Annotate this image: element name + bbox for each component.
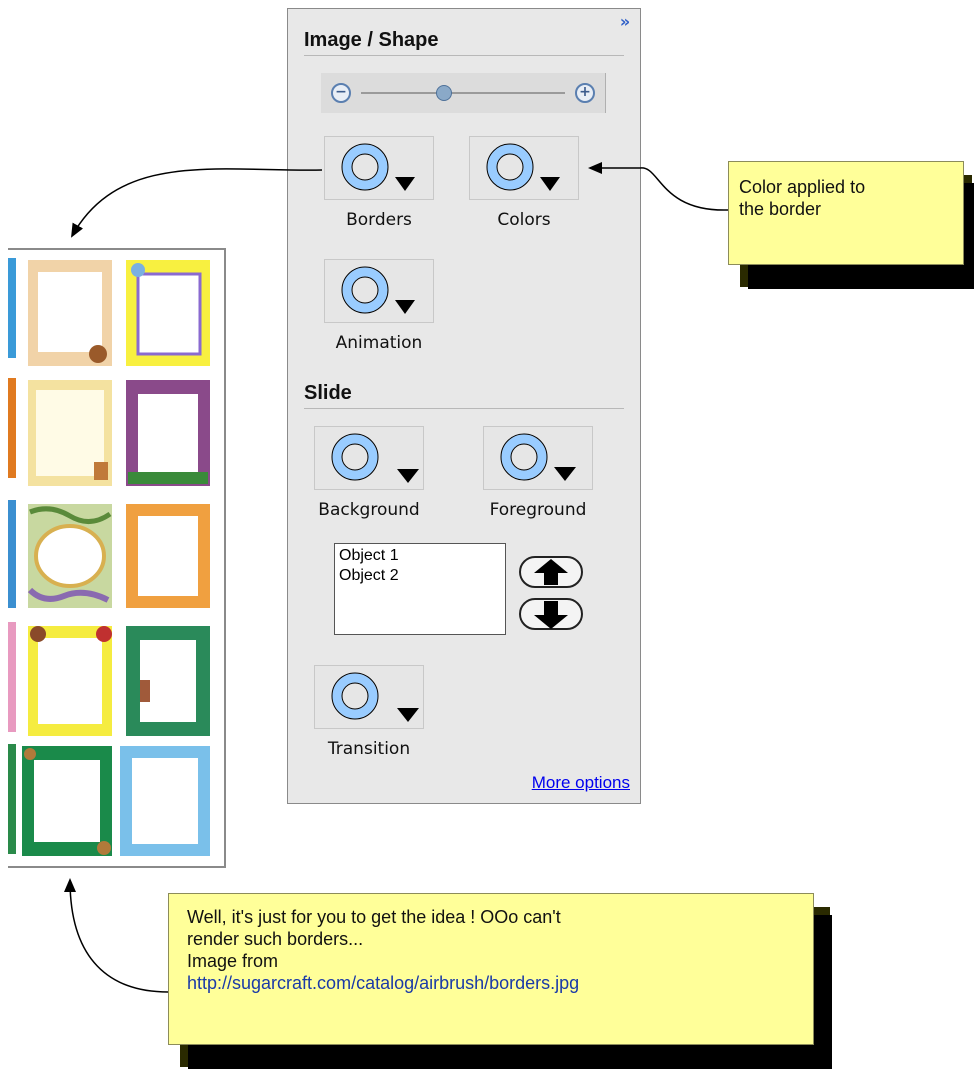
- arrow-down-icon: [519, 598, 583, 630]
- borders-icon-box[interactable]: [324, 136, 434, 200]
- zoom-slider[interactable]: − +: [321, 73, 606, 113]
- move-down-button[interactable]: [518, 597, 588, 637]
- note-line: Well, it's just for you to get the idea …: [187, 907, 561, 927]
- foreground-label: Foreground: [489, 500, 587, 520]
- note-paper: Well, it's just for you to get the idea …: [168, 893, 814, 1045]
- move-up-button[interactable]: [518, 555, 588, 595]
- list-item[interactable]: Object 1: [339, 546, 501, 566]
- borders-to-gallery-arrow: [71, 168, 323, 238]
- colors-button[interactable]: Colors: [469, 136, 579, 230]
- transition-label: Transition: [327, 739, 411, 759]
- zoom-slider-track[interactable]: [361, 92, 565, 94]
- image-shape-title: Image / Shape: [304, 29, 439, 51]
- borders-button[interactable]: Borders: [324, 136, 434, 230]
- object-list[interactable]: Object 1 Object 2: [334, 543, 506, 635]
- transition-icon-box[interactable]: [314, 665, 424, 729]
- slide-title: Slide: [304, 382, 352, 404]
- background-icon-box[interactable]: [314, 426, 424, 490]
- source-url[interactable]: http://sugarcraft.com/catalog/airbrush/b…: [187, 972, 795, 994]
- animation-button[interactable]: Animation: [324, 259, 434, 353]
- animation-label: Animation: [335, 333, 423, 353]
- more-options-link[interactable]: More options: [532, 773, 630, 793]
- foreground-icon-box[interactable]: [483, 426, 593, 490]
- colors-icon-box[interactable]: [469, 136, 579, 200]
- animation-icon-box[interactable]: [324, 259, 434, 323]
- ring-dropdown-icon: [331, 433, 419, 483]
- borders-label: Borders: [346, 210, 412, 230]
- minus-circle-icon[interactable]: −: [331, 83, 351, 103]
- sidebar-panel: » Image / Shape − + Borders Colors Anima…: [287, 8, 641, 804]
- ring-dropdown-icon: [500, 433, 576, 481]
- zoom-slider-knob[interactable]: [435, 85, 452, 101]
- image-shape-divider: [304, 55, 624, 56]
- background-label: Background: [318, 500, 420, 520]
- note-line: Image from: [187, 951, 279, 971]
- transition-button[interactable]: Transition: [314, 665, 424, 759]
- ring-dropdown-icon: [341, 143, 415, 191]
- borders-gallery-image: [8, 248, 226, 868]
- list-item[interactable]: Object 2: [339, 566, 501, 586]
- foreground-button[interactable]: Foreground: [483, 426, 593, 520]
- note-paper: Color applied to the border: [728, 161, 964, 265]
- ring-dropdown-icon: [331, 672, 419, 722]
- note-to-gallery-arrow: [64, 878, 169, 993]
- colors-label: Colors: [497, 210, 551, 230]
- note-line: Color applied to: [739, 177, 866, 197]
- note-line: render such borders...: [187, 929, 364, 949]
- ring-dropdown-icon: [341, 266, 415, 314]
- arrow-up-icon: [519, 556, 583, 588]
- borders-gallery-drawing: [8, 258, 210, 856]
- chevron-double-right-icon[interactable]: »: [614, 13, 636, 33]
- background-button[interactable]: Background: [314, 426, 424, 520]
- ring-dropdown-icon: [486, 143, 560, 191]
- slide-divider: [304, 408, 624, 409]
- note-line: the border: [739, 199, 822, 219]
- plus-circle-icon[interactable]: +: [575, 83, 595, 103]
